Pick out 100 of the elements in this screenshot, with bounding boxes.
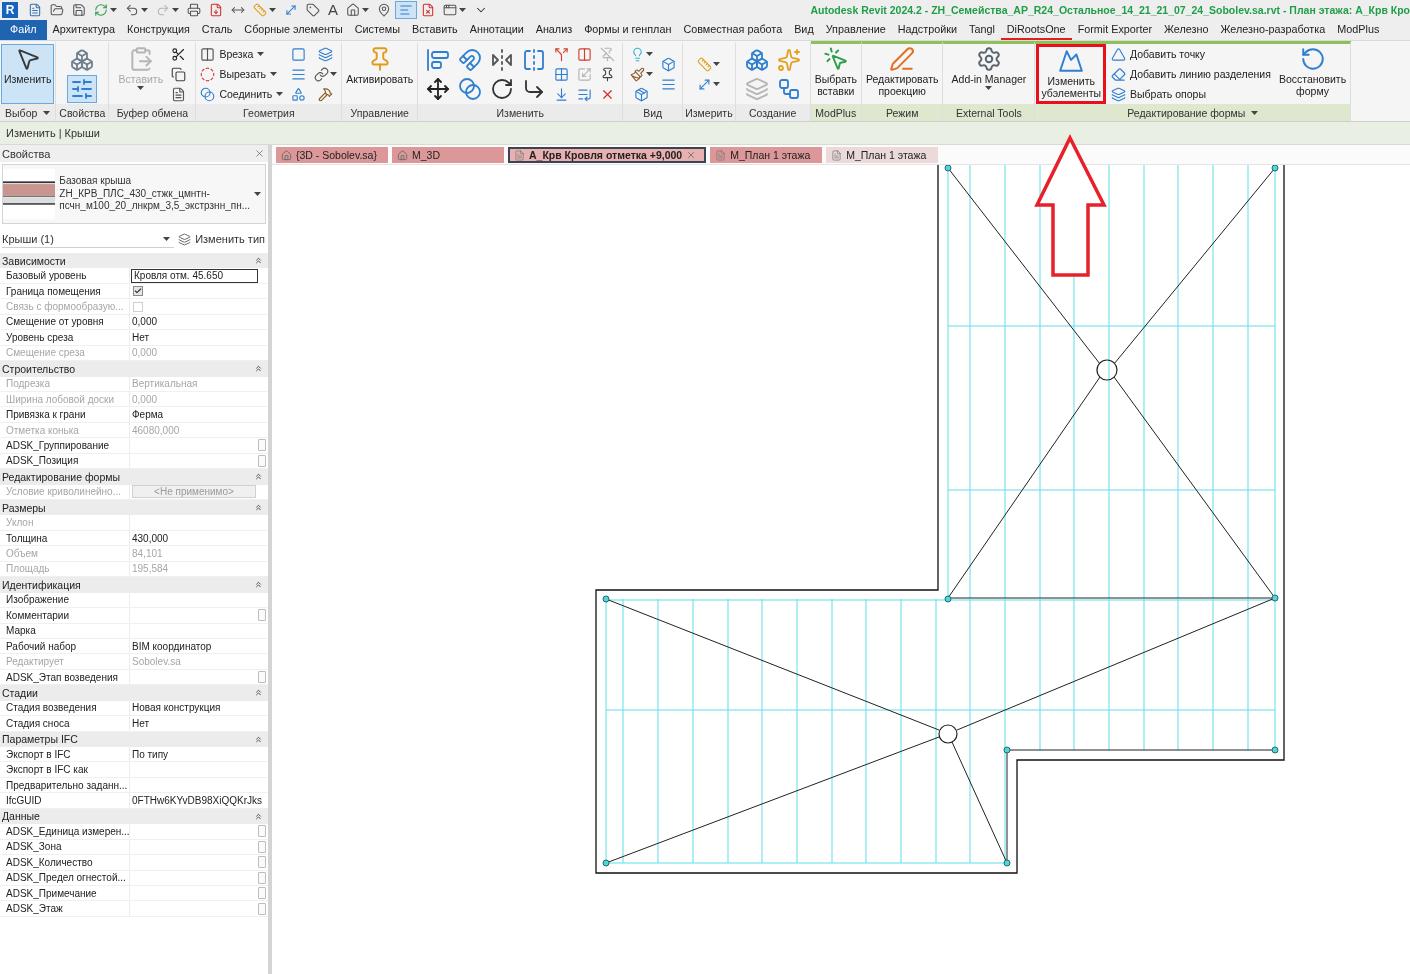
copy-icon	[171, 66, 187, 82]
vertex-handle-icon[interactable]	[1271, 165, 1279, 172]
tool-button[interactable]: Вырезать	[197, 64, 287, 84]
tool-button[interactable]: Добавить линию разделения	[1108, 64, 1274, 84]
caret-icon	[645, 52, 653, 56]
close-icon[interactable]	[686, 150, 697, 160]
lines-icon	[660, 76, 676, 92]
dashed-circle-icon	[200, 66, 216, 82]
context-label: Изменить | Крыши	[6, 127, 100, 139]
toolbar-button[interactable]: A	[324, 1, 342, 19]
group-header[interactable]: Стадии	[0, 685, 268, 701]
value-field[interactable]: Кровля отм. 45.650	[131, 268, 258, 283]
tool-button[interactable]: Добавить точку	[1108, 44, 1274, 64]
tool-button[interactable]: Соединить	[197, 84, 287, 104]
ribbon-tab[interactable]: Конструкция	[121, 20, 196, 40]
ribbon-tab[interactable]: Tangl	[963, 20, 1001, 40]
tool-button[interactable]: Активировать	[343, 44, 417, 104]
scissors-icon	[171, 46, 187, 62]
group-header[interactable]: Идентификация	[0, 577, 268, 593]
tool-button[interactable]: Изменить	[1, 44, 55, 104]
ribbon-tab[interactable]: Формы и генплан	[578, 20, 678, 40]
panel-label: Создание	[735, 104, 810, 121]
property-label: Базовый уровень	[0, 268, 130, 283]
tool-button[interactable]: Выбрать опоры	[1108, 84, 1274, 104]
house-icon	[397, 149, 408, 161]
panel-menu-button[interactable]: Выбор	[0, 104, 56, 121]
ribbon-tab[interactable]: Управление	[819, 20, 892, 40]
vertex-handle-icon[interactable]	[1271, 746, 1279, 754]
view-tab[interactable]: М_План 1 этажа	[710, 147, 823, 163]
close-button[interactable]	[254, 148, 265, 159]
tool-button[interactable]: Восстановить форму	[1275, 44, 1350, 104]
view-tab[interactable]: М_План 1 этажа	[826, 147, 939, 163]
package-icon	[633, 86, 649, 102]
vertex-handle-icon[interactable]	[1271, 594, 1279, 602]
cubes-icon	[744, 47, 769, 72]
vertex-handle-icon[interactable]	[1003, 746, 1011, 754]
property-value: 430,000	[131, 532, 170, 544]
ribbon-tab[interactable]: Сталь	[195, 20, 239, 40]
panel-label: Свойства	[56, 104, 109, 121]
group-header[interactable]: Редактирование формы	[0, 469, 268, 485]
property-value: 84,101	[131, 548, 164, 560]
window-icon	[443, 3, 457, 17]
property-label: Предварительно заданн...	[0, 777, 130, 793]
tool-button[interactable]: Врезка	[197, 44, 287, 64]
ribbon-tab[interactable]: Formit Exporter	[1071, 20, 1159, 40]
ribbon-tab[interactable]: Сборные элементы	[238, 20, 349, 40]
layers-icon	[744, 76, 769, 101]
checkbox[interactable]	[133, 286, 143, 297]
tool-button[interactable]: Выбрать вставки	[811, 44, 860, 104]
folder-icon	[50, 3, 64, 17]
view-tab[interactable]: М_3D	[392, 147, 504, 163]
ribbon-tab[interactable]: Системы	[348, 20, 406, 40]
lines-icon	[291, 66, 307, 82]
ribbon-tab[interactable]: Аннотации	[463, 20, 530, 40]
vertex-handle-icon[interactable]	[944, 595, 952, 603]
vertex-handle-icon[interactable]	[602, 595, 610, 603]
property-value: Ферма	[131, 409, 165, 421]
property-label: Ширина лобовой доски	[0, 391, 130, 407]
property-label: Экспорт в IFC	[0, 747, 130, 762]
ribbon-tab[interactable]: Архитектура	[46, 20, 122, 40]
diagonal-arrow-icon	[697, 76, 713, 92]
view-tab[interactable]: А_Крв Кровля отметка +9,000	[508, 147, 707, 163]
tool-button[interactable]: Изменить убэлементы	[1036, 44, 1107, 104]
ribbon-tab[interactable]: ModPlus	[1331, 20, 1386, 40]
file-menu-button[interactable]: Файл	[0, 20, 47, 40]
view-tab[interactable]: {3D - Sobolev.sa}	[276, 147, 388, 163]
caret-icon	[163, 236, 170, 241]
ribbon-tab[interactable]: Вставить	[405, 20, 464, 40]
type-selector[interactable]: Базовая крыша ZH_КРВ_ПЛС_430_стжк_цмнтн- псчн_м100_20_лнкрм_3,5_экстрзнн_пн...	[2, 164, 266, 224]
property-value: 0,000	[131, 316, 159, 328]
magnet-icon	[457, 47, 482, 72]
group-header[interactable]: Зависимости	[0, 253, 268, 269]
tool-button[interactable]: Редактировать проекцию	[862, 44, 942, 104]
ribbon-tab[interactable]: Анализ	[529, 20, 579, 40]
property-value: Нет	[131, 331, 151, 343]
undo-icon	[125, 3, 139, 17]
panel-menu-button[interactable]: Редактирование формы	[1035, 104, 1351, 121]
group-header[interactable]: Размеры	[0, 500, 268, 516]
panel-label: Режим	[861, 104, 943, 121]
tool-button[interactable]: Add-in Manager	[948, 44, 1030, 104]
caret-icon	[459, 8, 466, 12]
instance-dropdown[interactable]: Крыши (1)	[2, 230, 174, 248]
panel-label: Изменить	[418, 104, 623, 121]
ribbon-tab[interactable]: Надстройки	[891, 20, 963, 40]
edit-type-button[interactable]: Изменить тип	[178, 232, 265, 246]
property-value: 46080,000	[131, 424, 181, 436]
ribbon-tab[interactable]: Железно	[1158, 20, 1215, 40]
type-family-name: Базовая крыша	[59, 175, 133, 188]
pointer-click-icon	[822, 46, 849, 72]
app-logo[interactable]: R	[2, 2, 18, 18]
intersection-circle-icon	[1096, 359, 1118, 381]
group-header[interactable]: Строительство	[0, 361, 268, 377]
ribbon-tab[interactable]: Вид	[788, 20, 820, 40]
panel-title: Свойства	[2, 147, 51, 160]
ribbon-tab[interactable]: Совместная работа	[677, 20, 789, 40]
ribbon-tab[interactable]: Железно-разработка	[1214, 20, 1332, 40]
vertex-handle-icon[interactable]	[602, 859, 610, 867]
vertex-handle-icon[interactable]	[1003, 859, 1011, 867]
property-label: Экспорт в IFC как	[0, 762, 130, 777]
vertex-handle-icon[interactable]	[944, 165, 952, 172]
